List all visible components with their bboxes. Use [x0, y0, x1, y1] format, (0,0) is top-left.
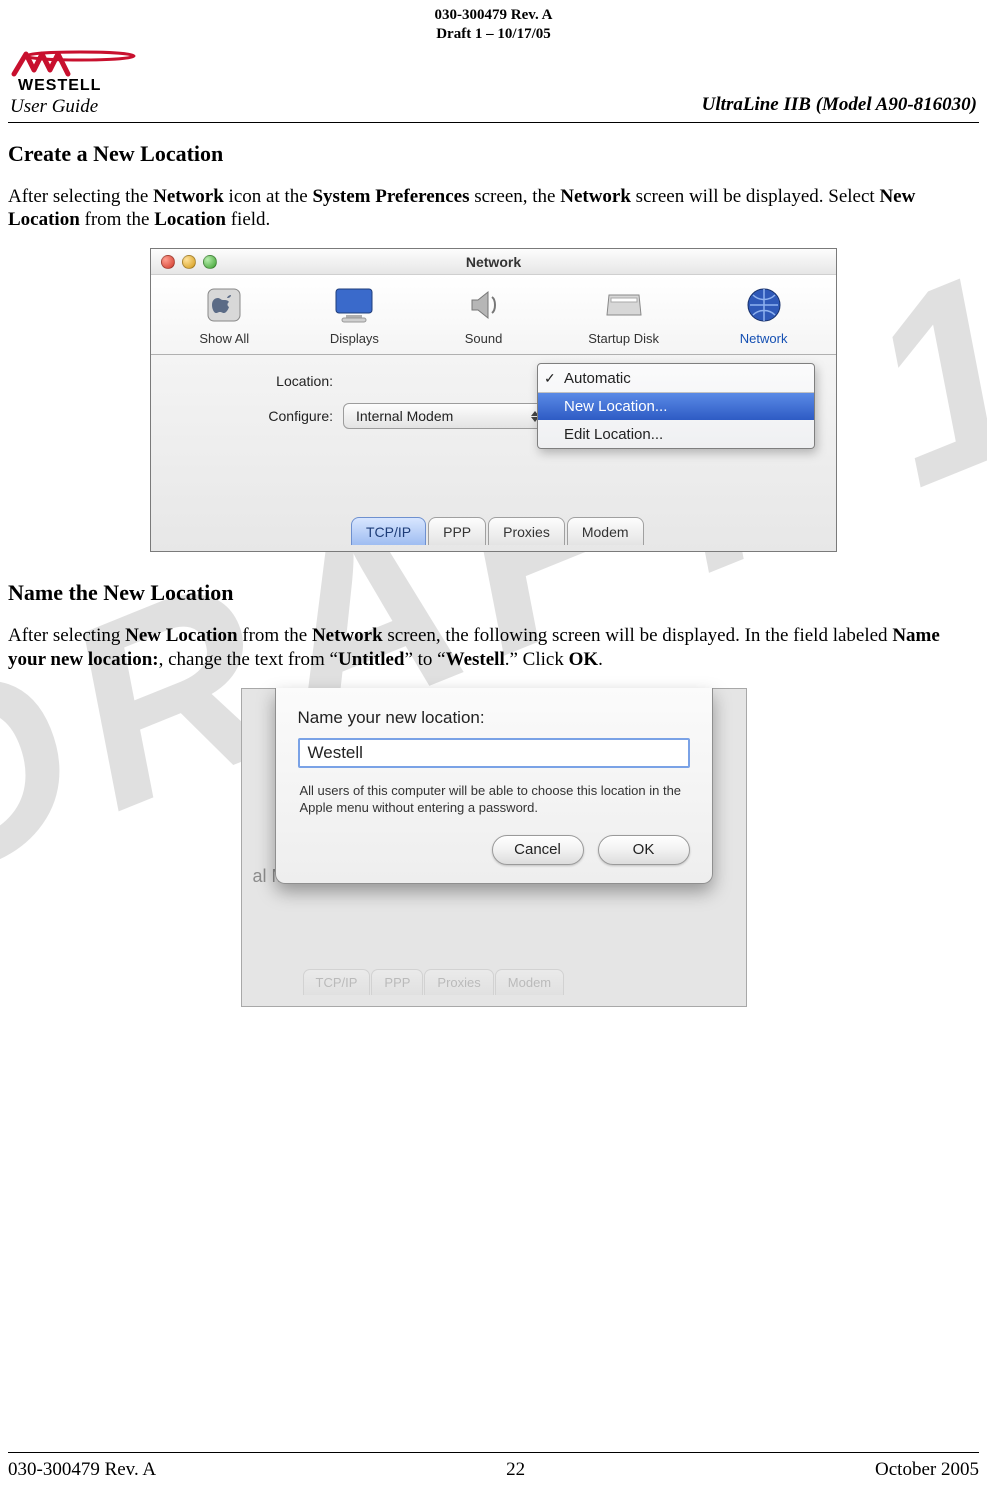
menu-item-label: Edit Location...: [564, 426, 663, 443]
menu-item-new-location[interactable]: New Location...: [538, 392, 814, 420]
tab-bar: TCP/IP PPP Proxies Modem: [351, 517, 644, 545]
txt: .: [598, 649, 603, 670]
toolbar-startup-disk[interactable]: Startup Disk: [588, 285, 659, 346]
checkmark-icon: ✓: [544, 370, 556, 387]
txt: screen will be displayed. Select: [631, 186, 880, 207]
txt: field.: [226, 209, 270, 230]
bold: OK: [569, 649, 599, 670]
txt: , change the text from “: [159, 649, 338, 670]
bg-tab: PPP: [371, 969, 423, 995]
svg-text:WESTELL: WESTELL: [18, 77, 101, 94]
bold: Network: [312, 625, 383, 646]
txt: After selecting the: [8, 186, 153, 207]
bold: Network: [153, 186, 224, 207]
globe-icon: [740, 285, 788, 325]
bold: Westell: [446, 649, 505, 670]
menu-item-automatic[interactable]: ✓ Automatic: [538, 364, 814, 392]
tab-ppp[interactable]: PPP: [428, 517, 486, 545]
user-guide-label: User Guide: [10, 96, 98, 118]
footer-left: 030-300479 Rev. A: [8, 1459, 156, 1481]
toolbar-label: Displays: [330, 331, 379, 346]
backdrop-tabs: TCP/IP PPP Proxies Modem: [303, 969, 565, 995]
section2-title: Name the New Location: [8, 580, 979, 606]
location-name-input[interactable]: Westell: [298, 738, 690, 768]
dialog-title: Name your new location:: [298, 708, 690, 728]
display-icon: [330, 285, 378, 325]
toolbar-label: Show All: [199, 331, 249, 346]
txt: from the: [80, 209, 154, 230]
toolbar-label: Startup Disk: [588, 331, 659, 346]
bold: Network: [560, 186, 631, 207]
section1-para: After selecting the Network icon at the …: [8, 185, 979, 233]
input-value: Westell: [308, 743, 363, 763]
cancel-button[interactable]: Cancel: [492, 835, 584, 865]
header-divider: [8, 122, 979, 123]
tab-modem[interactable]: Modem: [567, 517, 644, 545]
bold: System Preferences: [312, 186, 469, 207]
txt: ” to “: [404, 649, 445, 670]
bold: Location: [154, 209, 226, 230]
figure-name-location-dialog: al Modem TCP/IP PPP Proxies Modem Name y…: [241, 688, 747, 1007]
bold: New Location: [125, 625, 237, 646]
westell-logo: WESTELL: [10, 50, 140, 94]
bg-tab: Proxies: [424, 969, 493, 995]
menu-item-label: New Location...: [564, 398, 667, 415]
section2-para: After selecting New Location from the Ne…: [8, 624, 979, 672]
section1-title: Create a New Location: [8, 141, 979, 167]
dialog-sheet: Name your new location: Westell All user…: [275, 688, 713, 884]
location-menu: ✓ Automatic New Location... Edit Locatio…: [537, 363, 815, 449]
bold: Untitled: [338, 649, 405, 670]
configure-select[interactable]: Internal Modem: [343, 403, 553, 429]
txt: from the: [238, 625, 312, 646]
speaker-icon: [460, 285, 508, 325]
configure-value: Internal Modem: [356, 408, 453, 424]
doc-header-line2: Draft 1 – 10/17/05: [8, 25, 979, 44]
location-label: Location:: [161, 373, 333, 389]
tab-proxies[interactable]: Proxies: [488, 517, 565, 545]
toolbar-network[interactable]: Network: [740, 285, 788, 346]
txt: After selecting: [8, 625, 125, 646]
txt: screen, the following screen will be dis…: [383, 625, 893, 646]
toolbar-sound[interactable]: Sound: [460, 285, 508, 346]
menu-item-edit-location[interactable]: Edit Location...: [538, 420, 814, 448]
doc-header: 030-300479 Rev. A Draft 1 – 10/17/05: [8, 0, 979, 44]
apple-icon: [200, 285, 248, 325]
footer-page-number: 22: [506, 1459, 525, 1481]
toolbar-label: Sound: [465, 331, 503, 346]
menu-item-label: Automatic: [564, 370, 631, 387]
product-name: UltraLine IIB (Model A90-816030): [702, 94, 977, 118]
dialog-note: All users of this computer will be able …: [300, 782, 688, 817]
bg-tab: Modem: [495, 969, 564, 995]
bg-tab: TCP/IP: [303, 969, 371, 995]
configure-label: Configure:: [161, 408, 333, 424]
window-title: Network: [151, 254, 836, 270]
tab-tcpip[interactable]: TCP/IP: [351, 517, 426, 545]
figure-network-prefs: Network Show All Displays: [150, 248, 837, 552]
txt: icon at the: [224, 186, 313, 207]
ok-button[interactable]: OK: [598, 835, 690, 865]
txt: .” Click: [505, 649, 569, 670]
footer-divider: [8, 1452, 979, 1453]
doc-header-line1: 030-300479 Rev. A: [8, 6, 979, 25]
txt: screen, the: [469, 186, 560, 207]
disk-icon: [600, 285, 648, 325]
toolbar-show-all[interactable]: Show All: [199, 285, 249, 346]
toolbar-label: Network: [740, 331, 788, 346]
footer-right: October 2005: [875, 1459, 979, 1481]
toolbar-displays[interactable]: Displays: [330, 285, 379, 346]
